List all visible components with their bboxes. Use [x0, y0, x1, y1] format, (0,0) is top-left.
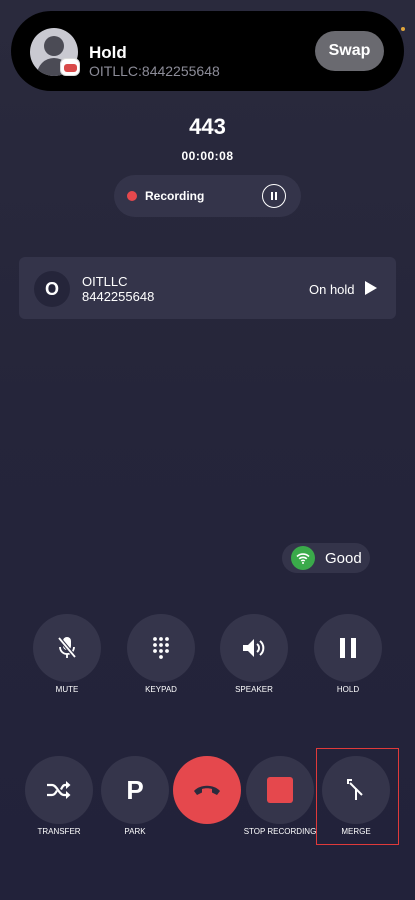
status-indicator-dot [401, 27, 405, 31]
park-icon: P [126, 774, 144, 805]
hold-banner-subtitle: OITLLC:8442255648 [89, 63, 220, 79]
keypad-label: KEYPAD [145, 685, 177, 694]
hold-button[interactable] [314, 614, 382, 682]
held-contact-name: OITLLC [82, 274, 128, 289]
transfer-button[interactable] [25, 756, 93, 824]
park-label: PARK [124, 827, 146, 836]
mute-label: MUTE [55, 685, 79, 694]
held-contact-avatar: O [34, 271, 70, 307]
app-badge-icon [60, 58, 80, 76]
active-call-number: 443 [189, 114, 226, 139]
park-button[interactable]: P [101, 756, 169, 824]
merge-highlight-box [316, 748, 399, 845]
mute-button[interactable] [33, 614, 101, 682]
hold-label: HOLD [336, 685, 360, 694]
stop-recording-button[interactable] [246, 756, 314, 824]
pause-icon [340, 638, 356, 658]
network-quality-label: Good [325, 550, 362, 567]
held-status-label: On hold [309, 282, 355, 297]
recording-label: Recording [145, 189, 205, 203]
speaker-button[interactable] [220, 614, 288, 682]
mic-off-icon [57, 636, 77, 659]
hold-banner-title: Hold [89, 43, 127, 62]
speaker-icon [243, 639, 265, 657]
wifi-icon [291, 546, 315, 570]
speaker-label: SPEAKER [235, 685, 273, 694]
play-icon [365, 281, 377, 295]
stop-icon [267, 777, 293, 803]
call-timer: 00:00:08 [181, 149, 234, 163]
pause-recording-button[interactable] [262, 184, 286, 208]
resume-call-button[interactable] [364, 280, 378, 301]
held-contact-number: 8442255648 [82, 289, 155, 304]
end-call-icon [194, 785, 220, 795]
shuffle-icon [47, 781, 71, 799]
swap-button[interactable]: Swap [315, 31, 384, 71]
end-call-button[interactable] [173, 756, 241, 824]
pause-icon [271, 192, 277, 200]
recording-dot-icon [127, 191, 137, 201]
keypad-icon [153, 637, 169, 659]
keypad-button[interactable] [127, 614, 195, 682]
